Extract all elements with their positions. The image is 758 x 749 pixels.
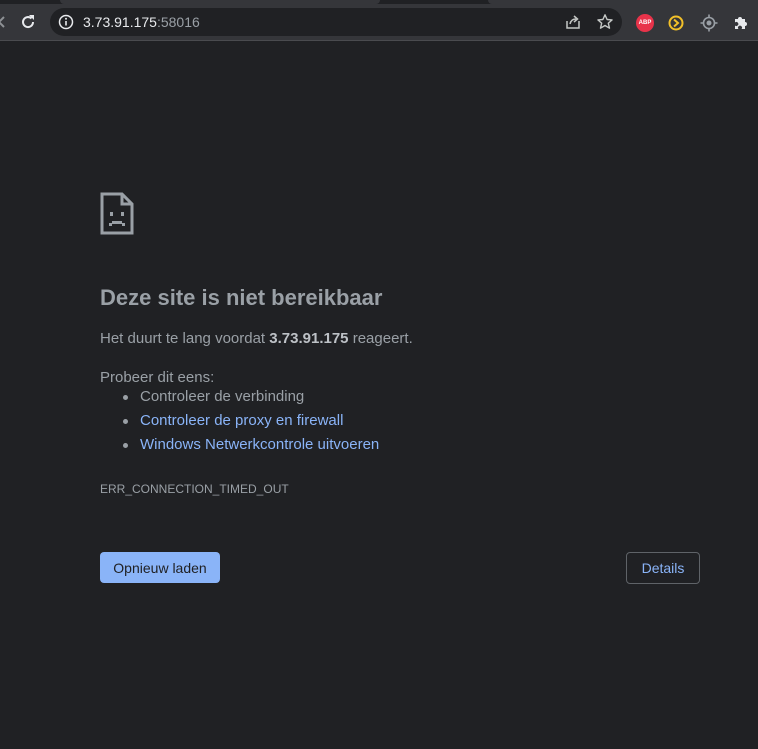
reload-page-button[interactable]: Opnieuw laden (100, 552, 220, 583)
crosshair-extension-icon[interactable] (700, 14, 718, 32)
sad-page-icon (100, 192, 134, 235)
suggestion-item: Windows Netwerkcontrole uitvoeren (122, 433, 379, 457)
desc-host: 3.73.91.175 (269, 330, 349, 347)
suggestion-item: Controleer de verbinding (122, 385, 379, 409)
extension-icon[interactable] (667, 14, 685, 32)
details-button[interactable]: Details (626, 552, 700, 584)
url-host: 3.73.91.175 (83, 14, 157, 30)
extensions-puzzle-icon[interactable] (732, 14, 750, 32)
browser-toolbar: 3.73.91.175:58016 ABP (0, 4, 758, 41)
desc-prefix: Het duurt te lang voordat (100, 330, 270, 347)
suggestion-item: Controleer de proxy en firewall (122, 409, 379, 433)
url-port: :58016 (156, 14, 200, 30)
suggestion-check-connection: Controleer de verbinding (140, 388, 305, 405)
error-description: Het duurt te lang voordat 3.73.91.175 re… (100, 330, 413, 348)
url-text[interactable]: 3.73.91.175:58016 (83, 14, 200, 30)
bookmark-star-icon[interactable] (596, 13, 614, 31)
site-info-icon[interactable] (58, 14, 74, 30)
desc-suffix: reageert. (348, 330, 413, 347)
reload-icon (22, 15, 35, 29)
suggestion-network-diagnostics-link[interactable]: Windows Netwerkcontrole uitvoeren (140, 436, 379, 453)
reload-button[interactable] (16, 10, 40, 34)
suggestions-list: Controleer de verbinding Controleer de p… (100, 385, 379, 457)
adblock-extension-icon[interactable]: ABP (636, 14, 654, 32)
error-title: Deze site is niet bereikbaar (100, 285, 383, 310)
address-bar[interactable]: 3.73.91.175:58016 (50, 8, 622, 36)
suggestion-proxy-firewall-link[interactable]: Controleer de proxy en firewall (140, 412, 343, 429)
share-icon[interactable] (564, 13, 582, 31)
error-code: ERR_CONNECTION_TIMED_OUT (100, 482, 289, 496)
back-arrow-icon[interactable] (0, 16, 6, 28)
